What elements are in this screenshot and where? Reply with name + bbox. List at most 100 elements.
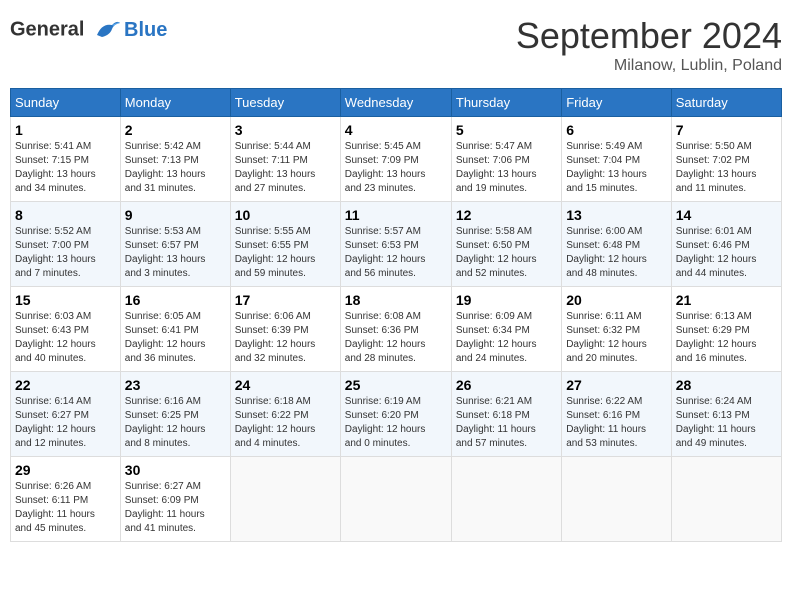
day-info: Sunrise: 6:24 AM Sunset: 6:13 PM Dayligh…	[676, 395, 777, 451]
day-info: Sunrise: 6:13 AM Sunset: 6:29 PM Dayligh…	[676, 310, 777, 366]
logo: General Blue	[10, 15, 167, 45]
week-row-1: 1 Sunrise: 5:41 AM Sunset: 7:15 PM Daylig…	[11, 117, 782, 202]
day-number: 20	[566, 292, 667, 308]
logo-text-blue: Blue	[124, 19, 167, 42]
page-header: General Blue September 2024 Milanow, Lub…	[10, 10, 782, 80]
col-header-monday: Monday	[120, 89, 230, 117]
logo-text-general: General	[10, 18, 84, 40]
day-info: Sunrise: 5:41 AM Sunset: 7:15 PM Dayligh…	[15, 140, 116, 196]
day-cell	[562, 457, 672, 542]
week-row-4: 22 Sunrise: 6:14 AM Sunset: 6:27 PM Dayli…	[11, 372, 782, 457]
day-cell: 6Sunrise: 5:49 AM Sunset: 7:04 PM Daylig…	[562, 117, 672, 202]
day-info: Sunrise: 5:53 AM Sunset: 6:57 PM Dayligh…	[125, 225, 226, 281]
day-cell: 22 Sunrise: 6:14 AM Sunset: 6:27 PM Dayli…	[11, 372, 121, 457]
location-label: Milanow, Lublin, Poland	[516, 57, 782, 75]
day-number: 1	[15, 122, 116, 138]
day-number: 30	[125, 462, 226, 478]
day-info: Sunrise: 6:27 AM Sunset: 6:09 PM Dayligh…	[125, 480, 226, 536]
day-cell	[671, 457, 781, 542]
day-cell: 27 Sunrise: 6:22 AM Sunset: 6:16 PM Dayli…	[562, 372, 672, 457]
day-cell: 7 Sunrise: 5:50 AM Sunset: 7:02 PM Daylig…	[671, 117, 781, 202]
day-cell: 18 Sunrise: 6:08 AM Sunset: 6:36 PM Dayli…	[340, 287, 451, 372]
day-number: 21	[676, 292, 777, 308]
month-title: September 2024	[516, 15, 782, 57]
week-row-2: 8 Sunrise: 5:52 AM Sunset: 7:00 PM Daylig…	[11, 202, 782, 287]
title-section: September 2024 Milanow, Lublin, Poland	[516, 15, 782, 75]
day-number: 28	[676, 377, 777, 393]
day-info: Sunrise: 6:19 AM Sunset: 6:20 PM Dayligh…	[345, 395, 447, 451]
day-info: Sunrise: 6:08 AM Sunset: 6:36 PM Dayligh…	[345, 310, 447, 366]
day-info: Sunrise: 5:50 AM Sunset: 7:02 PM Dayligh…	[676, 140, 777, 196]
day-number: 25	[345, 377, 447, 393]
day-number: 2	[125, 122, 226, 138]
day-info: Sunrise: 6:06 AM Sunset: 6:39 PM Dayligh…	[235, 310, 336, 366]
day-cell: 9 Sunrise: 5:53 AM Sunset: 6:57 PM Daylig…	[120, 202, 230, 287]
day-number: 3	[235, 122, 336, 138]
day-info: Sunrise: 5:47 AM Sunset: 7:06 PM Dayligh…	[456, 140, 557, 196]
col-header-saturday: Saturday	[671, 89, 781, 117]
day-info: Sunrise: 5:55 AM Sunset: 6:55 PM Dayligh…	[235, 225, 336, 281]
day-number: 6	[566, 122, 667, 138]
day-cell: 30 Sunrise: 6:27 AM Sunset: 6:09 PM Dayli…	[120, 457, 230, 542]
day-info: Sunrise: 6:22 AM Sunset: 6:16 PM Dayligh…	[566, 395, 667, 451]
day-cell: 4Sunrise: 5:45 AM Sunset: 7:09 PM Daylig…	[340, 117, 451, 202]
day-cell: 17 Sunrise: 6:06 AM Sunset: 6:39 PM Dayli…	[230, 287, 340, 372]
day-info: Sunrise: 6:14 AM Sunset: 6:27 PM Dayligh…	[15, 395, 116, 451]
day-number: 13	[566, 207, 667, 223]
day-number: 8	[15, 207, 116, 223]
day-cell: 15 Sunrise: 6:03 AM Sunset: 6:43 PM Dayli…	[11, 287, 121, 372]
day-cell: 24 Sunrise: 6:18 AM Sunset: 6:22 PM Dayli…	[230, 372, 340, 457]
day-info: Sunrise: 6:21 AM Sunset: 6:18 PM Dayligh…	[456, 395, 557, 451]
day-number: 4	[345, 122, 447, 138]
day-cell: 8 Sunrise: 5:52 AM Sunset: 7:00 PM Daylig…	[11, 202, 121, 287]
day-info: Sunrise: 6:03 AM Sunset: 6:43 PM Dayligh…	[15, 310, 116, 366]
day-number: 24	[235, 377, 336, 393]
col-header-wednesday: Wednesday	[340, 89, 451, 117]
day-number: 15	[15, 292, 116, 308]
header-row: SundayMondayTuesdayWednesdayThursdayFrid…	[11, 89, 782, 117]
week-row-5: 29Sunrise: 6:26 AM Sunset: 6:11 PM Dayli…	[11, 457, 782, 542]
day-cell	[340, 457, 451, 542]
day-number: 18	[345, 292, 447, 308]
col-header-thursday: Thursday	[451, 89, 561, 117]
day-cell: 23Sunrise: 6:16 AM Sunset: 6:25 PM Dayli…	[120, 372, 230, 457]
day-number: 5	[456, 122, 557, 138]
day-cell: 11Sunrise: 5:57 AM Sunset: 6:53 PM Dayli…	[340, 202, 451, 287]
day-info: Sunrise: 5:58 AM Sunset: 6:50 PM Dayligh…	[456, 225, 557, 281]
day-number: 11	[345, 207, 447, 223]
day-number: 14	[676, 207, 777, 223]
day-cell	[451, 457, 561, 542]
week-row-3: 15 Sunrise: 6:03 AM Sunset: 6:43 PM Dayli…	[11, 287, 782, 372]
day-info: Sunrise: 6:11 AM Sunset: 6:32 PM Dayligh…	[566, 310, 667, 366]
day-info: Sunrise: 6:05 AM Sunset: 6:41 PM Dayligh…	[125, 310, 226, 366]
day-info: Sunrise: 5:52 AM Sunset: 7:00 PM Dayligh…	[15, 225, 116, 281]
col-header-tuesday: Tuesday	[230, 89, 340, 117]
day-cell: 21 Sunrise: 6:13 AM Sunset: 6:29 PM Dayli…	[671, 287, 781, 372]
day-number: 17	[235, 292, 336, 308]
day-cell: 2 Sunrise: 5:42 AM Sunset: 7:13 PM Daylig…	[120, 117, 230, 202]
day-number: 22	[15, 377, 116, 393]
day-number: 9	[125, 207, 226, 223]
logo-bird-icon	[92, 15, 122, 45]
day-info: Sunrise: 5:44 AM Sunset: 7:11 PM Dayligh…	[235, 140, 336, 196]
day-cell: 3 Sunrise: 5:44 AM Sunset: 7:11 PM Daylig…	[230, 117, 340, 202]
day-cell	[230, 457, 340, 542]
day-number: 19	[456, 292, 557, 308]
day-cell: 16Sunrise: 6:05 AM Sunset: 6:41 PM Dayli…	[120, 287, 230, 372]
day-number: 26	[456, 377, 557, 393]
calendar-table: SundayMondayTuesdayWednesdayThursdayFrid…	[10, 88, 782, 542]
day-number: 27	[566, 377, 667, 393]
day-info: Sunrise: 6:18 AM Sunset: 6:22 PM Dayligh…	[235, 395, 336, 451]
day-cell: 12Sunrise: 5:58 AM Sunset: 6:50 PM Dayli…	[451, 202, 561, 287]
day-number: 7	[676, 122, 777, 138]
col-header-sunday: Sunday	[11, 89, 121, 117]
day-cell: 26 Sunrise: 6:21 AM Sunset: 6:18 PM Dayli…	[451, 372, 561, 457]
col-header-friday: Friday	[562, 89, 672, 117]
day-cell: 14Sunrise: 6:01 AM Sunset: 6:46 PM Dayli…	[671, 202, 781, 287]
day-number: 23	[125, 377, 226, 393]
day-cell: 28 Sunrise: 6:24 AM Sunset: 6:13 PM Dayli…	[671, 372, 781, 457]
day-cell: 5 Sunrise: 5:47 AM Sunset: 7:06 PM Daylig…	[451, 117, 561, 202]
day-info: Sunrise: 6:26 AM Sunset: 6:11 PM Dayligh…	[15, 480, 116, 536]
day-number: 10	[235, 207, 336, 223]
day-info: Sunrise: 5:42 AM Sunset: 7:13 PM Dayligh…	[125, 140, 226, 196]
